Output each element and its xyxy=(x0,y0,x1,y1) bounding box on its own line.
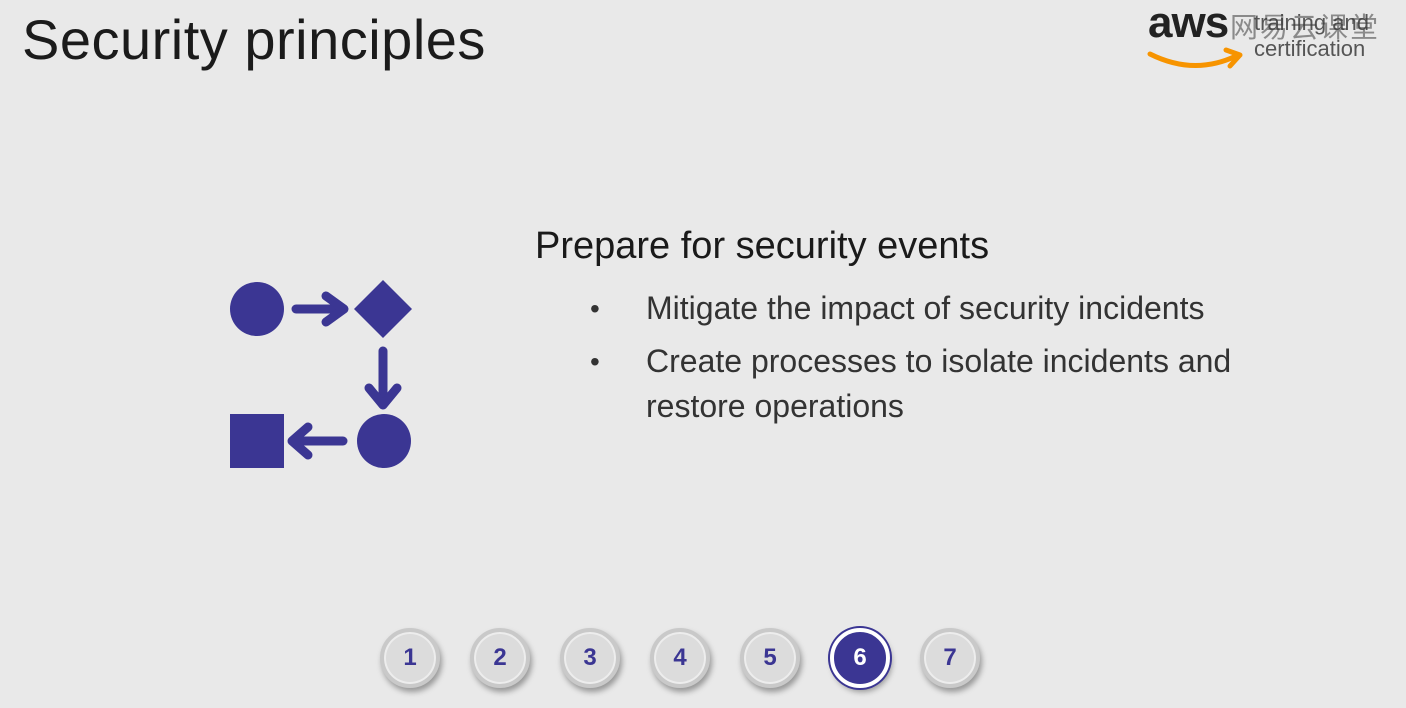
bullet-dot-icon: • xyxy=(590,346,600,377)
page-button-2[interactable]: 2 xyxy=(470,628,530,688)
aws-logo: aws training and certification 网易云课堂 xyxy=(1146,0,1396,74)
flow-circle-end xyxy=(357,414,411,468)
aws-wordmark: aws xyxy=(1148,0,1229,47)
arrow-down-icon xyxy=(364,346,402,410)
page-button-1[interactable]: 1 xyxy=(380,628,440,688)
arrow-right-icon xyxy=(291,291,349,327)
page-button-7[interactable]: 7 xyxy=(920,628,980,688)
section-heading: Prepare for security events xyxy=(535,225,990,267)
watermark: 网易云课堂 xyxy=(1230,11,1381,44)
page-button-4[interactable]: 4 xyxy=(650,628,710,688)
bullet-list: • Mitigate the impact of security incide… xyxy=(588,286,1328,437)
slide-title: Security principles xyxy=(22,8,486,71)
page-button-6[interactable]: 6 xyxy=(830,628,890,688)
bullet-item: • Mitigate the impact of security incide… xyxy=(588,286,1328,331)
process-flow-icon xyxy=(230,280,412,468)
page-button-3[interactable]: 3 xyxy=(560,628,620,688)
slide-pager: 1 2 3 4 5 6 7 xyxy=(380,628,980,694)
bullet-dot-icon: • xyxy=(590,293,600,324)
arrow-left-icon xyxy=(287,422,348,460)
flow-square xyxy=(230,414,284,468)
bullet-item: • Create processes to isolate incidents … xyxy=(588,339,1328,429)
page-button-5[interactable]: 5 xyxy=(740,628,800,688)
flow-diamond xyxy=(354,280,412,338)
flow-circle-start xyxy=(230,282,284,336)
bullet-text: Mitigate the impact of security incident… xyxy=(646,290,1205,326)
aws-smile-icon xyxy=(1147,47,1243,69)
bullet-text: Create processes to isolate incidents an… xyxy=(646,343,1232,424)
